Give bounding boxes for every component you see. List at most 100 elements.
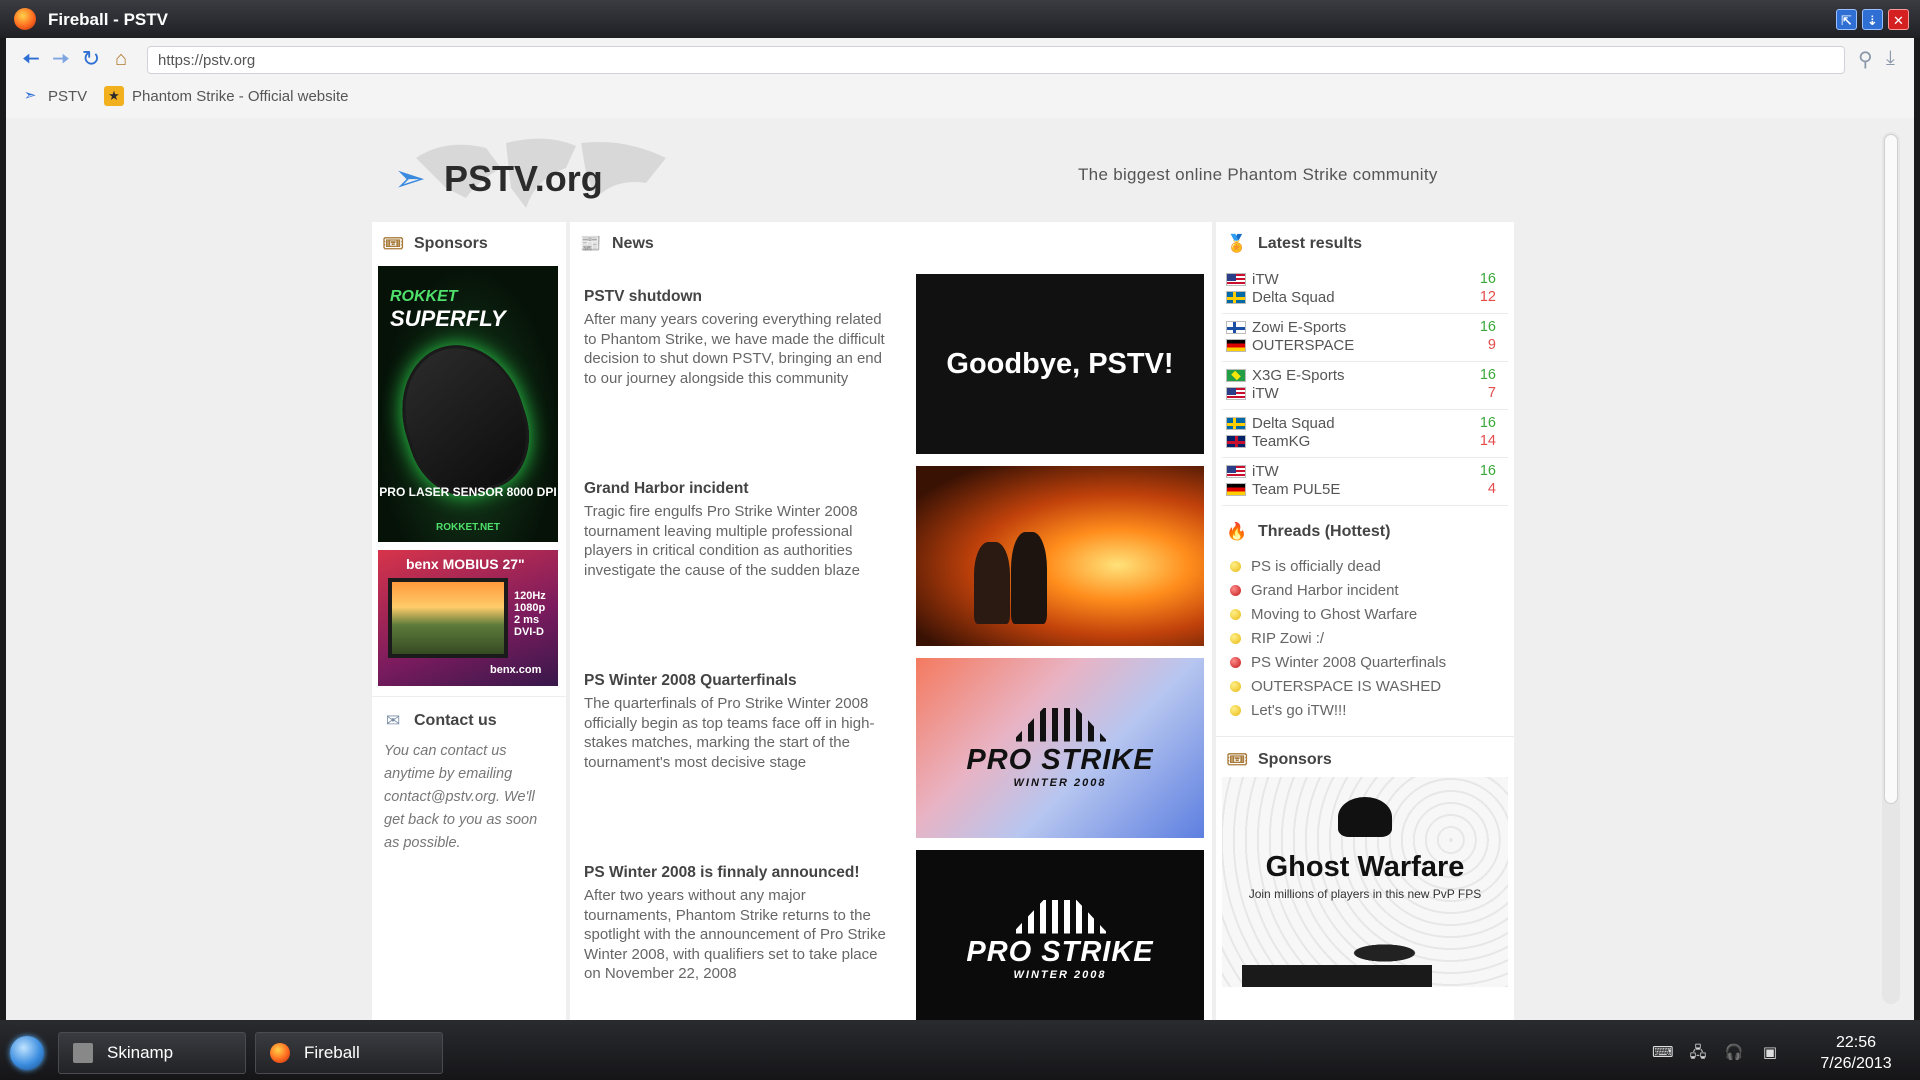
thread-item[interactable]: PS is officially dead (1216, 554, 1514, 578)
team-score: 4 (1487, 481, 1496, 497)
bookmark-pstv[interactable]: ➣ PSTV (20, 85, 87, 107)
hot-dot-icon (1230, 704, 1241, 716)
ghost-warfare-ad[interactable]: Ghost Warfare Join millions of players i… (1222, 777, 1508, 987)
flame-icon: 🔥 (1226, 522, 1248, 541)
flag-icon (1226, 434, 1246, 448)
team-score: 9 (1487, 337, 1496, 353)
flag-icon (1226, 368, 1246, 382)
thread-item[interactable]: PS Winter 2008 Quarterfinals (1216, 650, 1514, 674)
start-button[interactable] (10, 1036, 44, 1070)
flag-icon (1226, 290, 1246, 304)
forward-button[interactable]: 🠆 (48, 46, 74, 72)
benx-monitor-ad[interactable]: benx MOBIUS 27" 120Hz 1080p 2 ms DVI-D b… (378, 550, 558, 686)
thread-item[interactable]: Moving to Ghost Warfare (1216, 602, 1514, 626)
keyboard-icon[interactable]: ⌨ (1652, 1045, 1674, 1061)
phantom-strike-icon: ★ (104, 86, 124, 106)
news-title[interactable]: PSTV shutdown (584, 288, 702, 306)
results-list: iTW 16 Delta Squad 12 Zowi E-Sports 16 OUTE… (1216, 266, 1514, 506)
taskbar: Skinamp Fireball ⌨ 🖧 🎧 ▣ 22:56 7/26/2013 (0, 1020, 1920, 1080)
team-score: 12 (1479, 289, 1496, 305)
sponsors-right-section: 🎟 Sponsors Ghost Warfare Join millions o… (1216, 736, 1514, 987)
fireball-icon (270, 1043, 290, 1063)
threads-heading: 🔥 Threads (Hottest) (1226, 522, 1391, 541)
headphones-icon[interactable]: 🎧 (1724, 1045, 1744, 1061)
news-image[interactable] (916, 466, 1204, 646)
match-result[interactable]: iTW 16 Team PUL5E 4 (1222, 458, 1508, 506)
thread-item[interactable]: Grand Harbor incident (1216, 578, 1514, 602)
match-result[interactable]: Zowi E-Sports 16 OUTERSPACE 9 (1222, 314, 1508, 362)
firefighter-figure (974, 542, 1010, 624)
bookmark-phantom-strike[interactable]: ★ Phantom Strike - Official website (104, 85, 348, 107)
match-result[interactable]: iTW 16 Delta Squad 12 (1222, 266, 1508, 314)
notification-icon[interactable]: ▣ (1760, 1045, 1780, 1061)
site-name: PSTV.org (444, 158, 603, 199)
pro-strike-logo-graphic (1012, 899, 1108, 934)
flag-icon (1226, 320, 1246, 334)
search-icon[interactable]: ⚲ (1858, 47, 1873, 72)
soldier-image (1242, 913, 1432, 987)
window-title-bar: Fireball - PSTV ⇱ ⇣ ✕ (0, 0, 1920, 38)
contact-text: You can contact us anytime by emailing c… (384, 743, 538, 851)
team-row: Team PUL5E 4 (1226, 480, 1496, 498)
system-clock[interactable]: 22:56 7/26/2013 (1800, 1032, 1912, 1074)
ad-url: ROKKET.NET (436, 522, 500, 533)
back-button[interactable]: 🠄 (18, 46, 44, 72)
match-result[interactable]: Delta Squad 16 TeamKG 14 (1222, 410, 1508, 458)
browser-toolbar: 🠄 🠆 ↻ ⌂ https://pstv.org ⚲ ⤓ ➣ PSTV ★ Ph… (6, 38, 1914, 118)
monitor-image (388, 578, 508, 658)
sponsors-heading: 🎟 Sponsors (382, 234, 488, 253)
match-result[interactable]: X3G E-Sports 16 iTW 7 (1222, 362, 1508, 410)
thread-item[interactable]: OUTERSPACE IS WASHED (1216, 674, 1514, 698)
news-item[interactable]: PS Winter 2008 is finnaly announced! Aft… (570, 850, 1212, 1020)
team-score: 16 (1479, 271, 1496, 287)
news-image-sub: WINTER 2008 (1013, 776, 1107, 789)
team-row: iTW 7 (1226, 384, 1496, 402)
news-item[interactable]: PSTV shutdown After many years covering … (570, 274, 1212, 480)
network-icon[interactable]: 🖧 (1688, 1045, 1708, 1061)
flag-icon (1226, 272, 1246, 286)
rokket-superfly-ad[interactable]: ROKKET SUPERFLY PRO LASER SENSOR 8000 DP… (378, 266, 558, 542)
news-image-logo: PRO STRIKE (966, 935, 1154, 968)
restore-button[interactable]: ⇱ (1836, 9, 1857, 30)
address-bar[interactable]: https://pstv.org (147, 46, 1845, 74)
reload-button[interactable]: ↻ (78, 46, 104, 72)
newspaper-icon: 📰 (580, 234, 602, 253)
close-button[interactable]: ✕ (1888, 9, 1909, 30)
hot-dot-icon (1230, 632, 1241, 644)
team-row: X3G E-Sports 16 (1226, 366, 1496, 384)
news-item[interactable]: Grand Harbor incident Tragic fire engulf… (570, 466, 1212, 672)
taskbar-item-skinamp[interactable]: Skinamp (58, 1032, 246, 1074)
taskbar-item-fireball[interactable]: Fireball (255, 1032, 443, 1074)
thread-item[interactable]: Let's go iTW!!! (1216, 698, 1514, 722)
news-title[interactable]: PS Winter 2008 is finnaly announced! (584, 864, 859, 882)
scrollbar-thumb[interactable] (1884, 134, 1898, 804)
team-score: 7 (1487, 385, 1496, 401)
minimize-button[interactable]: ⇣ (1862, 9, 1883, 30)
thread-item[interactable]: RIP Zowi :/ (1216, 626, 1514, 650)
news-image[interactable]: PRO STRIKE WINTER 2008 (916, 658, 1204, 838)
news-title[interactable]: Grand Harbor incident (584, 480, 749, 498)
threads-list: PS is officially dead Grand Harbor incid… (1216, 554, 1514, 722)
home-button[interactable]: ⌂ (108, 46, 134, 72)
results-heading: 🏅 Latest results (1226, 234, 1363, 253)
ticket-icon: 🎟 (382, 234, 404, 253)
news-title[interactable]: PS Winter 2008 Quarterfinals (584, 672, 797, 690)
download-icon[interactable]: ⤓ (1886, 47, 1895, 70)
news-image[interactable]: Goodbye, PSTV! (916, 274, 1204, 454)
sponsors-heading: 🎟 Sponsors (1226, 750, 1332, 769)
ad-url: benx.com (490, 664, 542, 676)
hot-dot-icon (1230, 560, 1241, 572)
bookmark-label: PSTV (48, 87, 88, 105)
site-logo[interactable]: ➣ PSTV.org (394, 158, 603, 200)
ad-subtitle: Join millions of players in this new PvP… (1248, 887, 1482, 901)
news-column: 📰 News PSTV shutdown After many years co… (570, 222, 1212, 1020)
news-heading: 📰 News (580, 234, 654, 253)
page-viewport: ➣ PSTV.org The biggest online Phantom St… (6, 118, 1914, 1020)
page-scrollbar[interactable] (1882, 132, 1900, 1004)
pstv-logo-icon: ➣ (394, 158, 426, 200)
clock-date: 7/26/2013 (1820, 1055, 1892, 1072)
news-item[interactable]: PS Winter 2008 Quarterfinals The quarter… (570, 658, 1212, 864)
team-row: iTW 16 (1226, 462, 1496, 480)
news-image-sub: WINTER 2008 (1013, 968, 1107, 981)
news-image[interactable]: PRO STRIKE WINTER 2008 (916, 850, 1204, 1020)
